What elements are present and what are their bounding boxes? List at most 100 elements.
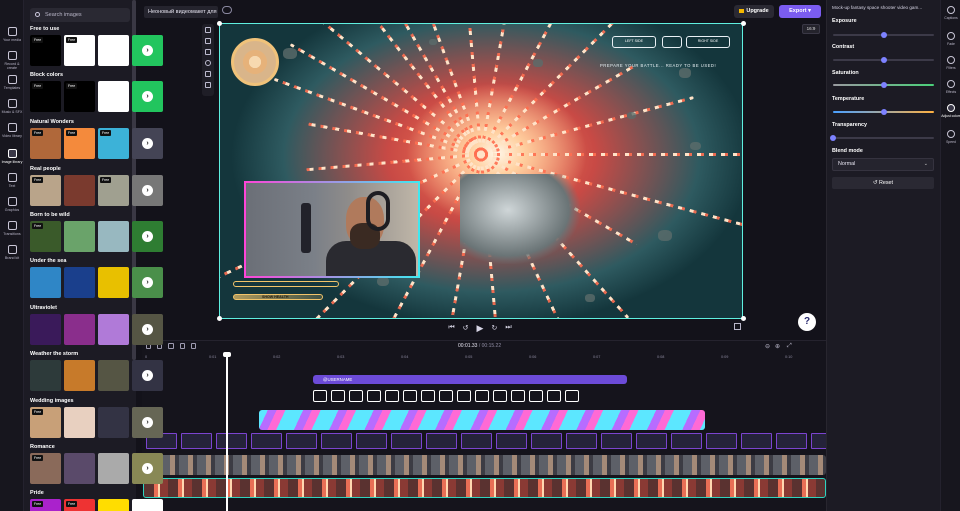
library-thumbnail[interactable]: Free: [30, 35, 61, 66]
library-thumbnail[interactable]: [64, 314, 95, 345]
play-icon[interactable]: ▶: [477, 323, 484, 334]
library-thumbnail[interactable]: [30, 314, 61, 345]
frame-track[interactable]: [146, 433, 826, 451]
delete-icon[interactable]: [179, 343, 185, 349]
slider-knob[interactable]: [880, 57, 887, 63]
timeline-ruler[interactable]: 0 0:01 0:02 0:03 0:04 0:05 0:06 0:07 0:08 0:09 0:1…: [142, 354, 826, 364]
library-thumbnail[interactable]: [64, 407, 95, 438]
resize-handle[interactable]: [741, 316, 746, 321]
library-thumbnail[interactable]: [64, 453, 95, 484]
chevron-right-icon[interactable]: ›: [142, 138, 153, 149]
split-icon[interactable]: [168, 343, 174, 349]
rail-item[interactable]: Templates: [0, 72, 24, 96]
transparency-slider[interactable]: [830, 135, 934, 141]
export-button[interactable]: Export ▾: [779, 5, 821, 18]
pip-icon[interactable]: [205, 49, 211, 55]
fullscreen-icon[interactable]: [734, 323, 741, 330]
project-name-field[interactable]: Неоновый видеомакет для: [144, 6, 218, 18]
help-button[interactable]: ?: [798, 313, 816, 331]
library-thumbnail[interactable]: Free: [30, 221, 61, 252]
library-thumbnail[interactable]: [30, 267, 61, 298]
forward-icon[interactable]: ↻: [491, 324, 497, 332]
chevron-right-icon[interactable]: ›: [142, 417, 153, 428]
library-thumbnail[interactable]: Free: [64, 499, 95, 511]
library-thumbnail[interactable]: [64, 360, 95, 391]
webcam-clip[interactable]: [143, 455, 826, 475]
library-thumbnail[interactable]: Free: [64, 128, 95, 159]
library-thumbnail[interactable]: Free: [64, 35, 95, 66]
search-input[interactable]: Search images: [30, 8, 130, 22]
slider-knob[interactable]: [880, 109, 887, 115]
library-thumbnail[interactable]: [98, 267, 129, 298]
see-more-thumbnail[interactable]: ›: [132, 221, 163, 252]
chevron-right-icon[interactable]: ›: [142, 324, 153, 335]
resize-handle[interactable]: [217, 316, 222, 321]
library-thumbnail[interactable]: [30, 360, 61, 391]
right-rail-item[interactable]: Filters: [941, 54, 960, 70]
right-rail-item[interactable]: Effects: [941, 78, 960, 94]
rewind-icon[interactable]: ↺: [463, 324, 469, 332]
chevron-right-icon[interactable]: ›: [142, 277, 153, 288]
library-thumbnail[interactable]: Free: [64, 81, 95, 112]
rail-item[interactable]: Brand kit: [0, 242, 24, 266]
blend-mode-select[interactable]: Normal ⌄: [832, 158, 934, 171]
skip-back-icon[interactable]: ⏮: [448, 324, 454, 332]
library-thumbnail[interactable]: [64, 221, 95, 252]
see-more-thumbnail[interactable]: ›: [132, 267, 163, 298]
library-thumbnail[interactable]: Free: [30, 175, 61, 206]
see-more-thumbnail[interactable]: ›: [132, 453, 163, 484]
playhead-handle[interactable]: [223, 352, 231, 357]
chevron-right-icon[interactable]: ›: [142, 463, 153, 474]
right-rail-item[interactable]: Captions: [941, 4, 960, 20]
aspect-ratio-button[interactable]: 16:9: [802, 24, 820, 34]
library-thumbnail[interactable]: Free: [30, 407, 61, 438]
resize-handle[interactable]: [217, 21, 222, 26]
crop-icon[interactable]: [205, 38, 211, 44]
main-video-clip[interactable]: [143, 478, 826, 498]
rail-item[interactable]: Text: [0, 170, 24, 194]
library-thumbnail[interactable]: Free: [98, 128, 129, 159]
see-more-thumbnail[interactable]: ›: [132, 499, 163, 511]
see-more-thumbnail[interactable]: ›: [132, 81, 163, 112]
chevron-right-icon[interactable]: ›: [142, 45, 153, 56]
skip-forward-icon[interactable]: ⏭: [505, 324, 511, 332]
zoom-out-icon[interactable]: ⊖: [765, 343, 770, 350]
rail-item[interactable]: Record & create: [0, 48, 24, 72]
resize-handle[interactable]: [741, 21, 746, 26]
flip-vertical-icon[interactable]: [205, 82, 211, 88]
library-thumbnail[interactable]: [98, 499, 129, 511]
right-rail-item[interactable]: Adjust colors: [941, 102, 960, 118]
text-clip[interactable]: @USERNAME: [313, 375, 627, 384]
chevron-right-icon[interactable]: ›: [142, 185, 153, 196]
library-thumbnail[interactable]: [98, 81, 129, 112]
library-thumbnail[interactable]: Free: [30, 81, 61, 112]
rail-item[interactable]: Your media: [0, 24, 24, 48]
flip-icon[interactable]: [205, 71, 211, 77]
neon-overlay-clip[interactable]: [259, 410, 705, 430]
exposure-slider[interactable]: [833, 32, 934, 38]
library-thumbnail[interactable]: [98, 360, 129, 391]
see-more-thumbnail[interactable]: ›: [132, 407, 163, 438]
rotate-icon[interactable]: [205, 60, 211, 66]
library-thumbnail[interactable]: [98, 314, 129, 345]
chevron-right-icon[interactable]: ›: [142, 91, 153, 102]
see-more-thumbnail[interactable]: ›: [132, 175, 163, 206]
library-thumbnail[interactable]: Free: [30, 128, 61, 159]
expand-icon[interactable]: ⤢: [787, 343, 792, 350]
rail-item[interactable]: Transitions: [0, 218, 24, 242]
rail-item[interactable]: Music & SFX: [0, 96, 24, 120]
library-thumbnail[interactable]: [98, 35, 129, 66]
upgrade-button[interactable]: Upgrade: [734, 5, 774, 18]
see-more-thumbnail[interactable]: ›: [132, 35, 163, 66]
see-more-thumbnail[interactable]: ›: [132, 128, 163, 159]
library-thumbnail[interactable]: [98, 407, 129, 438]
library-thumbnail[interactable]: Free: [30, 499, 61, 511]
library-thumbnail[interactable]: [98, 221, 129, 252]
fit-icon[interactable]: [205, 27, 211, 33]
rail-item[interactable]: Graphics: [0, 194, 24, 218]
library-thumbnail[interactable]: [64, 175, 95, 206]
webcam-overlay[interactable]: [244, 181, 420, 278]
zoom-controls[interactable]: ⊖ ⊕ ⤢: [765, 343, 823, 350]
rail-item[interactable]: Video library: [0, 120, 24, 144]
rail-item[interactable]: Image library: [0, 146, 24, 170]
